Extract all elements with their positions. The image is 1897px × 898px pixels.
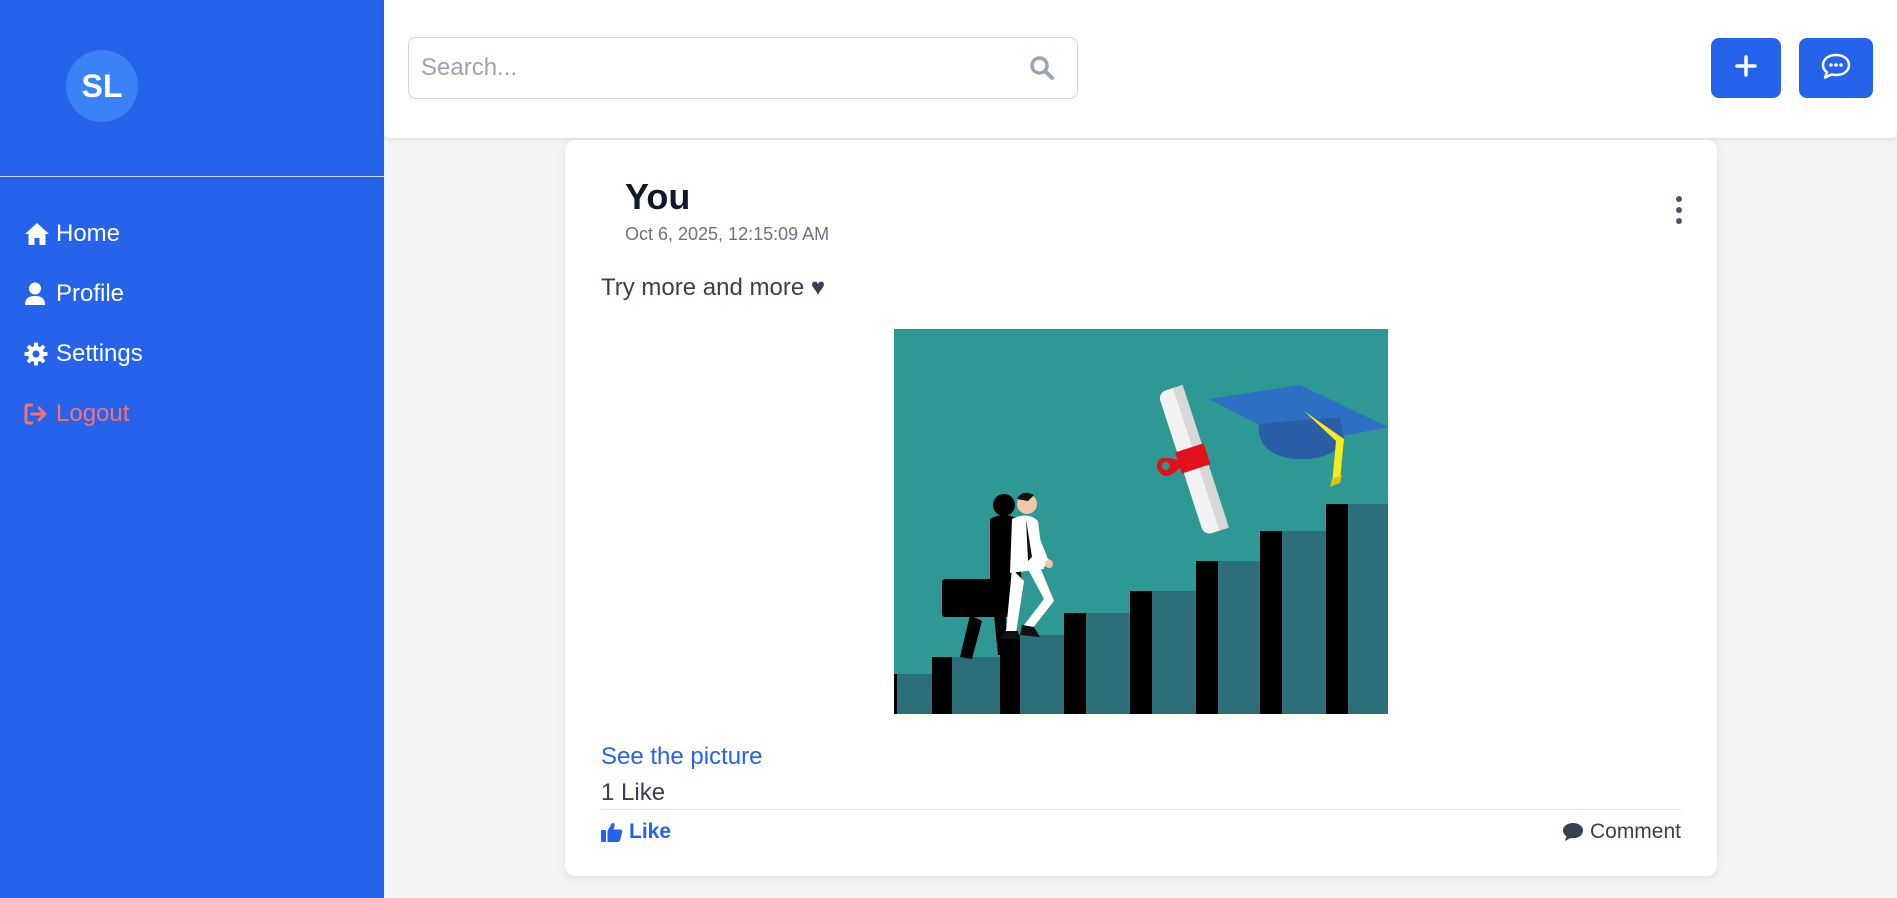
- avatar[interactable]: SL: [66, 50, 138, 122]
- chat-button[interactable]: [1799, 38, 1873, 98]
- plus-icon: [1734, 54, 1758, 83]
- thumbs-up-icon: [601, 822, 623, 842]
- sidebar-item-settings[interactable]: Settings: [24, 334, 143, 374]
- actions-divider: [601, 809, 1681, 810]
- user-icon: [24, 281, 50, 307]
- sidebar-item-profile[interactable]: Profile: [24, 274, 143, 314]
- like-button[interactable]: Like: [601, 815, 671, 849]
- post-text: Try more and more ♥: [601, 274, 826, 301]
- chat-bubble-icon: [1820, 52, 1852, 85]
- search-box: [408, 37, 1078, 99]
- post-card: You Oct 6, 2025, 12:15:09 AM Try more an…: [565, 140, 1717, 876]
- comment-icon: [1562, 822, 1584, 842]
- sidebar-item-home[interactable]: Home: [24, 214, 143, 254]
- add-post-button[interactable]: [1711, 38, 1781, 98]
- sidebar-item-label: Home: [56, 220, 121, 247]
- more-options-icon[interactable]: [1673, 196, 1685, 224]
- logout-icon: [24, 401, 50, 427]
- search-input[interactable]: [409, 39, 1023, 97]
- see-picture-link[interactable]: See the picture: [601, 743, 762, 771]
- like-count: 1 Like: [601, 779, 666, 806]
- search-icon[interactable]: [1029, 55, 1055, 86]
- like-button-label: Like: [629, 820, 672, 843]
- post-author[interactable]: You: [625, 176, 690, 218]
- comment-button-label: Comment: [1589, 820, 1681, 843]
- comment-button[interactable]: Comment: [1562, 815, 1681, 849]
- sidebar-item-label: Settings: [56, 340, 143, 367]
- sidebar-item-label: Profile: [56, 280, 125, 307]
- sidebar: SL Home Profile Settings Logout: [0, 0, 384, 898]
- sidebar-item-logout[interactable]: Logout: [24, 394, 143, 434]
- sidebar-divider: [0, 176, 384, 177]
- gear-icon: [24, 341, 50, 367]
- sidebar-nav: Home Profile Settings Logout: [24, 214, 143, 454]
- post-image[interactable]: [894, 329, 1388, 714]
- home-icon: [24, 221, 50, 247]
- top-header: [384, 0, 1897, 138]
- sidebar-item-label: Logout: [56, 400, 130, 427]
- post-timestamp: Oct 6, 2025, 12:15:09 AM: [625, 224, 830, 244]
